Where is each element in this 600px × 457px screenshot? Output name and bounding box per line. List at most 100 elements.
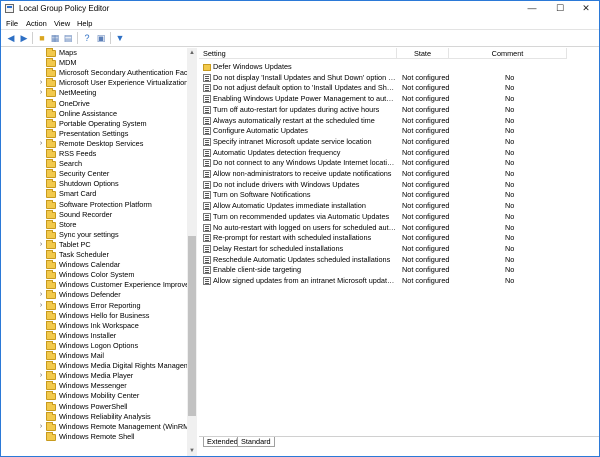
expand-chevron-icon[interactable] [37,341,45,351]
expand-chevron-icon[interactable] [37,391,45,401]
expand-chevron-icon[interactable] [37,412,45,422]
tree-item[interactable]: Windows Customer Experience Improveme [1,280,196,290]
export-list-icon[interactable]: ▤ [62,32,74,44]
expand-chevron-icon[interactable]: › [37,422,45,432]
policy-row[interactable]: Defer Windows Updates [199,62,599,72]
tree-item[interactable]: Software Protection Platform [1,199,187,210]
close-button[interactable]: ✕ [573,1,599,17]
policy-row[interactable]: Turn on recommended updates via Automati… [199,212,599,222]
policy-row[interactable]: Allow Automatic Updates immediate instal… [199,201,599,211]
expand-chevron-icon[interactable]: › [37,371,45,381]
expand-chevron-icon[interactable] [37,99,45,109]
tree-item[interactable]: Presentation Settings [1,128,187,139]
expand-chevron-icon[interactable] [37,189,45,199]
menu-action[interactable]: Action [26,19,47,28]
tree-scrollbar[interactable]: ▲ ▼ [187,48,197,456]
expand-chevron-icon[interactable] [37,361,45,371]
expand-chevron-icon[interactable] [37,280,45,290]
tree-item[interactable]: Smart Card [1,189,187,199]
tree-item[interactable]: Windows Ink Workspace [1,320,187,331]
column-header-comment[interactable]: Comment [449,48,567,59]
expand-chevron-icon[interactable] [37,351,45,361]
tree-item[interactable]: Windows Installer [1,330,187,341]
expand-chevron-icon[interactable] [37,159,45,169]
minimize-button[interactable]: — [518,1,546,17]
expand-chevron-icon[interactable] [37,402,45,412]
expand-chevron-icon[interactable] [37,58,45,68]
expand-chevron-icon[interactable] [37,169,45,179]
tab-standard[interactable]: Standard [237,437,275,447]
policy-row[interactable]: Do not connect to any Windows Update Int… [199,158,599,168]
column-header-setting[interactable]: Setting [199,48,397,59]
policy-row[interactable]: Configure Automatic Updates Not configure… [199,126,599,136]
maximize-button[interactable]: ☐ [546,1,574,17]
tree-item[interactable]: › Microsoft User Experience Virtualizatio… [1,78,188,88]
expand-chevron-icon[interactable] [37,270,45,280]
tree-item[interactable]: › NetMeeting [1,88,187,98]
scroll-up-icon[interactable]: ▲ [187,48,197,58]
policy-row[interactable]: Allow non-administrators to receive upda… [199,169,599,179]
policy-row[interactable]: Turn off auto-restart for updates during… [199,105,599,115]
tree-item[interactable]: Windows Color System [1,270,187,280]
tree-item[interactable]: Microsoft Secondary Authentication Facto… [1,68,196,78]
policy-row[interactable]: No auto-restart with logged on users for… [199,223,599,233]
column-header-state[interactable]: State [397,48,449,59]
expand-chevron-icon[interactable] [37,179,45,189]
expand-chevron-icon[interactable] [37,381,45,391]
tree-item[interactable]: › Remote Desktop Services [1,138,187,149]
tree-item[interactable]: Shutdown Options [1,179,187,189]
menu-file[interactable]: File [6,19,18,28]
expand-chevron-icon[interactable] [37,149,45,159]
tree-item[interactable]: Windows Remote Shell [1,431,187,442]
expand-chevron-icon[interactable] [37,432,45,442]
expand-chevron-icon[interactable]: › [37,78,45,88]
tree-item[interactable]: Portable Operating System [1,118,187,129]
properties-icon[interactable]: ▣ [95,32,107,44]
policy-row[interactable]: Enable client-side targeting Not configur… [199,265,599,275]
tree-item[interactable]: Store [1,219,187,230]
policy-row[interactable]: Reschedule Automatic Updates scheduled i… [199,255,599,265]
help-icon[interactable]: ? [81,32,93,44]
tree-item[interactable]: Sound Recorder [1,209,187,220]
expand-chevron-icon[interactable] [37,200,45,210]
tree-item[interactable]: Windows Mobility Center [1,391,187,401]
policy-row[interactable]: Re-prompt for restart with scheduled ins… [199,233,599,243]
policy-row[interactable]: Enabling Windows Update Power Management… [199,94,599,104]
tree-item[interactable]: Windows Mail [1,351,187,361]
tree-item[interactable]: › Windows Media Player [1,371,187,381]
tree-item[interactable]: Windows Media Digital Rights Managemen [1,361,196,371]
tree-item[interactable]: OneDrive [1,98,187,109]
tree-item[interactable]: RSS Feeds [1,149,187,159]
policy-row[interactable]: Always automatically restart at the sche… [199,116,599,126]
tree-item[interactable]: Sync your settings [1,229,187,240]
tree-item[interactable]: Search [1,159,187,169]
policy-row[interactable]: Do not include drivers with Windows Upda… [199,180,599,190]
expand-chevron-icon[interactable] [37,321,45,331]
tree-item[interactable]: Windows PowerShell [1,401,187,412]
expand-chevron-icon[interactable]: › [37,88,45,98]
scroll-down-icon[interactable]: ▼ [187,446,197,456]
console-tree-icon[interactable]: ▦ [49,32,61,44]
expand-chevron-icon[interactable]: › [37,240,45,250]
expand-chevron-icon[interactable]: › [37,301,45,311]
expand-chevron-icon[interactable] [37,109,45,119]
policy-row[interactable]: Turn on Software Notifications Not config… [199,190,599,200]
tree-item[interactable]: › Tablet PC [1,239,187,250]
expand-chevron-icon[interactable]: › [37,290,45,300]
back-arrow-icon[interactable]: ◀ [5,32,17,44]
expand-chevron-icon[interactable] [37,129,45,139]
menu-help[interactable]: Help [77,19,92,28]
menu-view[interactable]: View [54,19,70,28]
policy-row[interactable]: Specify intranet Microsoft update servic… [199,137,599,147]
tree-item[interactable]: Windows Calendar [1,260,187,270]
expand-chevron-icon[interactable] [37,230,45,240]
tree-item[interactable]: Online Assistance [1,108,187,119]
tree-item[interactable]: Windows Hello for Business [1,310,187,321]
expand-chevron-icon[interactable]: › [37,139,45,149]
expand-chevron-icon[interactable] [37,250,45,260]
expand-chevron-icon[interactable] [37,311,45,321]
tree-item[interactable]: Windows Reliability Analysis [1,411,187,422]
tree-item[interactable]: Windows Logon Options [1,340,187,351]
tree-item[interactable]: › Windows Error Reporting [1,300,187,311]
filter-icon[interactable]: ▼ [114,32,126,44]
